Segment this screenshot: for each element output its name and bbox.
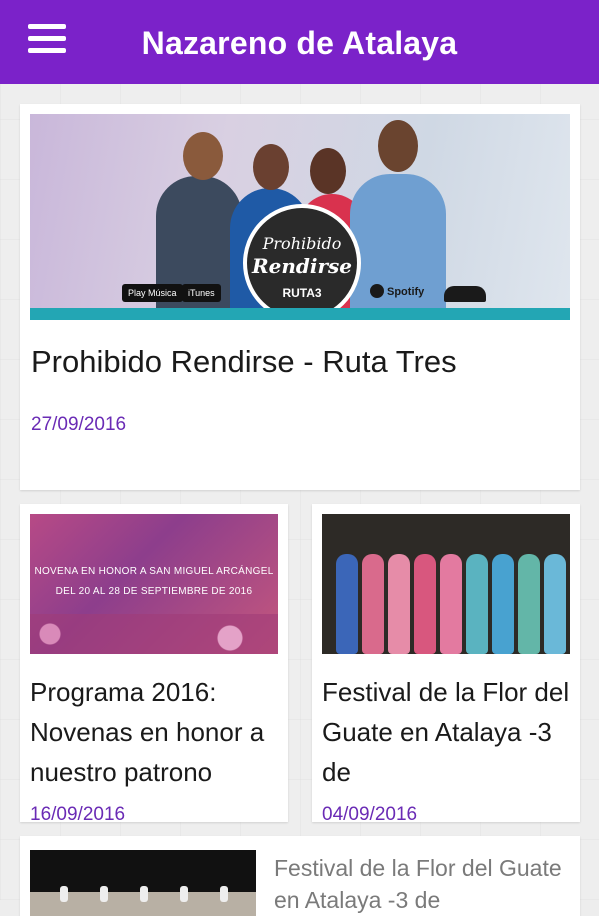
news-card-date: 27/09/2016 [31, 414, 127, 435]
news-feed[interactable]: Prohibido Rendirse RUTA3 Play Música iTu… [0, 84, 599, 916]
news-card-featured[interactable]: Prohibido Rendirse RUTA3 Play Música iTu… [20, 104, 580, 490]
spotify-icon [370, 284, 384, 298]
app-title: Nazareno de Atalaya [141, 24, 458, 61]
news-card-image: Prohibido Rendirse RUTA3 Play Música iTu… [30, 114, 570, 320]
play-music-badge: Play Música [122, 284, 183, 302]
news-card[interactable]: Festival de la Flor del Guate en Atalaya… [20, 836, 580, 916]
news-card-image: NOVENA EN HONOR A SAN MIGUEL ARCÁNGEL DE… [30, 514, 278, 654]
news-card-date: 16/09/2016 [30, 804, 126, 822]
news-card-title: Prohibido Rendirse - Ruta Tres [31, 344, 457, 379]
hamburger-menu-icon[interactable] [28, 24, 66, 54]
news-card[interactable]: NOVENA EN HONOR A SAN MIGUEL ARCÁNGEL DE… [20, 504, 288, 822]
soundcloud-icon [444, 286, 486, 302]
news-card-date: 04/09/2016 [322, 804, 418, 822]
news-card-title: Festival de la Flor del Guate en Atalaya… [274, 855, 562, 913]
news-card-title: Programa 2016: Novenas en honor a nuestr… [30, 677, 265, 787]
app-bar: Nazareno de Atalaya [0, 0, 599, 84]
spotify-badge: Spotify [370, 284, 424, 298]
news-card[interactable]: Festival de la Flor del Guate en Atalaya… [312, 504, 580, 822]
news-card-image [322, 514, 570, 654]
album-logo: Prohibido Rendirse RUTA3 [243, 204, 361, 320]
itunes-badge: iTunes [182, 284, 221, 302]
news-card-title: Festival de la Flor del Guate en Atalaya… [322, 677, 570, 787]
news-card-image [30, 850, 256, 916]
